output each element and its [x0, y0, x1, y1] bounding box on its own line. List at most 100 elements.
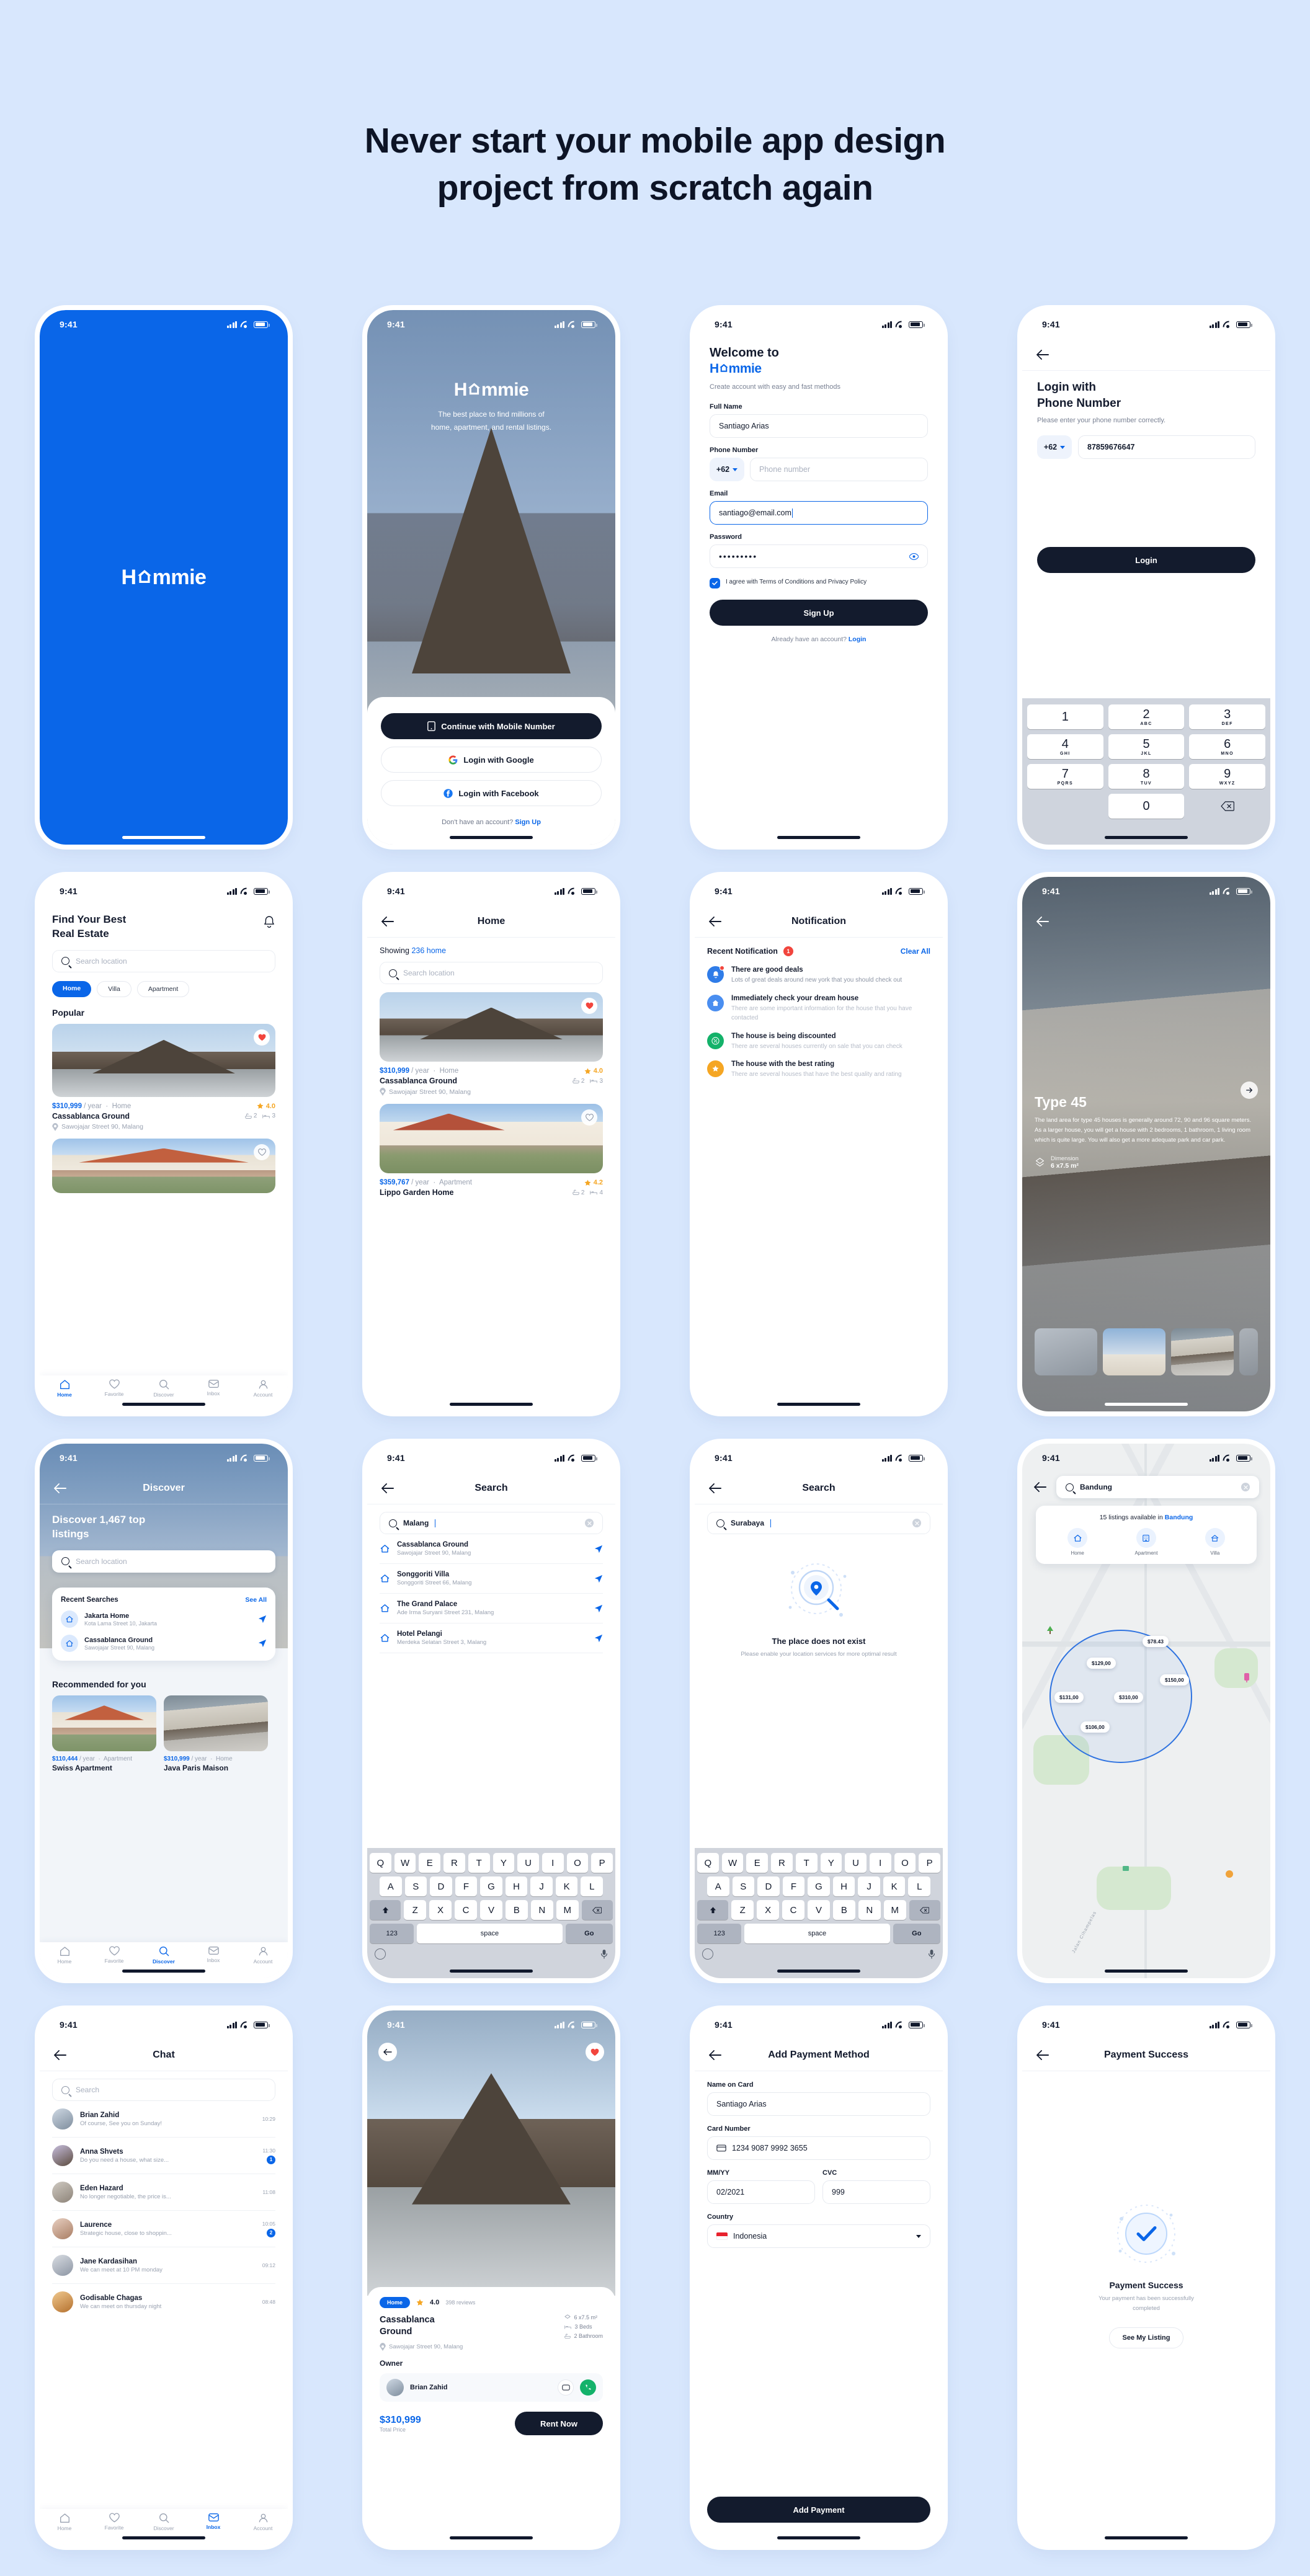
key-b[interactable]: B [505, 1900, 528, 1920]
numbers-key[interactable]: 123 [370, 1924, 414, 1943]
chat-list-item[interactable]: Eden Hazard No longer negotiable, the pr… [52, 2174, 275, 2210]
key-c[interactable]: C [782, 1900, 805, 1920]
navigate-icon[interactable] [594, 1604, 603, 1613]
tab-home[interactable]: Home [40, 1946, 89, 1965]
back-button[interactable] [381, 913, 397, 930]
email-field[interactable]: santiago@email.com [710, 501, 928, 525]
back-button[interactable] [1036, 913, 1052, 930]
search-input[interactable]: Search [52, 2079, 275, 2101]
notification-item[interactable]: There are good deals Lots of great deals… [707, 966, 930, 985]
tab-favorite[interactable]: Favorite [89, 1379, 139, 1397]
tab-discover[interactable]: Discover [139, 1379, 189, 1398]
key-z[interactable]: Z [731, 1900, 754, 1920]
continue-mobile-button[interactable]: Continue with Mobile Number [381, 713, 602, 739]
back-button[interactable] [381, 1480, 397, 1496]
tab-favorite[interactable]: Favorite [89, 1946, 139, 1964]
map-price-marker[interactable]: $78.43 [1143, 1636, 1169, 1647]
favorite-button[interactable] [581, 998, 597, 1014]
search-input[interactable]: Search location [52, 1550, 275, 1573]
search-input[interactable]: Search location [380, 962, 603, 984]
key-r[interactable]: R [443, 1853, 465, 1873]
clear-search-icon[interactable] [585, 1519, 594, 1527]
country-code-select[interactable]: +62 [710, 458, 744, 481]
navigate-icon[interactable] [258, 1615, 267, 1623]
search-result-item[interactable]: Songgoriti Villa Songgoriti Street 66, M… [380, 1564, 603, 1593]
see-all-button[interactable]: See All [245, 1596, 267, 1604]
numbers-key[interactable]: 123 [697, 1924, 742, 1943]
key-y[interactable]: Y [492, 1853, 515, 1873]
key-f[interactable]: F [782, 1876, 805, 1896]
key-6[interactable]: 6 MNO [1189, 734, 1266, 759]
emoji-icon[interactable] [702, 1948, 713, 1960]
navigate-icon[interactable] [594, 1634, 603, 1643]
key-w[interactable]: W [721, 1853, 744, 1873]
emoji-icon[interactable] [375, 1948, 386, 1960]
filter-chip-home[interactable]: Home [52, 980, 92, 997]
key-j[interactable]: J [530, 1876, 553, 1896]
clear-all-button[interactable]: Clear All [901, 947, 930, 956]
key-backspace[interactable] [1189, 794, 1265, 819]
chat-list-item[interactable]: Brian Zahid Of course, See you on Sunday… [52, 2101, 275, 2137]
filter-chip-apartment[interactable]: Apartment [136, 980, 190, 997]
key-f[interactable]: F [455, 1876, 478, 1896]
key-b[interactable]: B [832, 1900, 855, 1920]
search-input[interactable]: Malang [380, 1512, 603, 1534]
listing-card[interactable]: $310,999 / year · Home 4.0 Cassablanca G… [380, 992, 603, 1096]
key-d[interactable]: D [430, 1876, 452, 1896]
search-input[interactable]: Bandung [1056, 1476, 1259, 1498]
back-button[interactable] [378, 2043, 397, 2061]
search-input[interactable]: Surabaya [707, 1512, 930, 1534]
message-owner-button[interactable] [558, 2379, 574, 2396]
tab-inbox[interactable]: Inbox [189, 1379, 238, 1397]
map-price-marker[interactable]: $131,00 [1054, 1692, 1084, 1703]
tab-favorite[interactable]: Favorite [89, 2513, 139, 2531]
login-link[interactable]: Login [849, 636, 867, 643]
navigate-icon[interactable] [594, 1574, 603, 1583]
listing-card[interactable]: $310,999 / year · Home 4.0 Cassablanca G… [52, 1023, 275, 1131]
key-y[interactable]: Y [820, 1853, 842, 1873]
search-input[interactable]: Search location [52, 949, 275, 972]
key-v[interactable]: V [480, 1900, 502, 1920]
key-x[interactable]: X [429, 1900, 452, 1920]
key-m[interactable]: M [556, 1900, 579, 1920]
key-2[interactable]: 2 ABC [1108, 704, 1185, 729]
key-u[interactable]: U [845, 1853, 867, 1873]
thumbnail[interactable] [1239, 1328, 1258, 1375]
map-price-marker[interactable]: $150,00 [1160, 1674, 1189, 1686]
favorite-button[interactable] [586, 2043, 604, 2061]
tab-discover[interactable]: Discover [139, 1946, 189, 1965]
key-n[interactable]: N [858, 1900, 881, 1920]
phone-field[interactable]: Phone number [750, 458, 928, 481]
space-key[interactable]: space [417, 1924, 563, 1943]
microphone-icon[interactable] [928, 1949, 935, 1959]
signup-link[interactable]: Sign Up [515, 819, 541, 826]
favorite-button[interactable] [581, 1109, 597, 1126]
add-payment-button[interactable]: Add Payment [707, 2497, 930, 2523]
thumbnail[interactable] [1171, 1328, 1234, 1375]
map-price-marker[interactable]: $129,00 [1087, 1658, 1116, 1669]
back-button[interactable] [708, 913, 724, 930]
key-e[interactable]: E [746, 1853, 769, 1873]
phone-field[interactable]: 87859676647 [1078, 435, 1255, 460]
signup-button[interactable]: Sign Up [710, 600, 928, 626]
map-chip-home[interactable]: Home [1067, 1528, 1088, 1556]
notification-item[interactable]: The house is being discounted There are … [707, 1032, 930, 1052]
key-d[interactable]: D [757, 1876, 780, 1896]
key-4[interactable]: 4 GHI [1027, 734, 1103, 759]
back-button[interactable] [53, 1480, 69, 1496]
key-l[interactable]: L [908, 1876, 931, 1896]
terms-checkbox[interactable] [710, 578, 720, 588]
key-e[interactable]: E [419, 1853, 441, 1873]
see-my-listing-button[interactable]: See My Listing [1109, 2327, 1183, 2349]
filter-chip-villa[interactable]: Villa [97, 980, 131, 997]
fullname-field[interactable]: Santiago Arias [710, 414, 928, 438]
key-p[interactable]: P [591, 1853, 613, 1873]
rent-now-button[interactable]: Rent Now [515, 2412, 603, 2435]
login-facebook-button[interactable]: Login with Facebook [381, 780, 602, 806]
search-result-item[interactable]: Hotel Pelangi Merdeka Selatan Street 3, … [380, 1623, 603, 1653]
key-i[interactable]: I [541, 1853, 564, 1873]
map-chip-villa[interactable]: Villa [1205, 1528, 1225, 1556]
map-price-marker[interactable]: $310,00 [1114, 1692, 1143, 1703]
name-on-card-field[interactable]: Santiago Arias [707, 2092, 930, 2116]
key-s[interactable]: S [404, 1876, 427, 1896]
